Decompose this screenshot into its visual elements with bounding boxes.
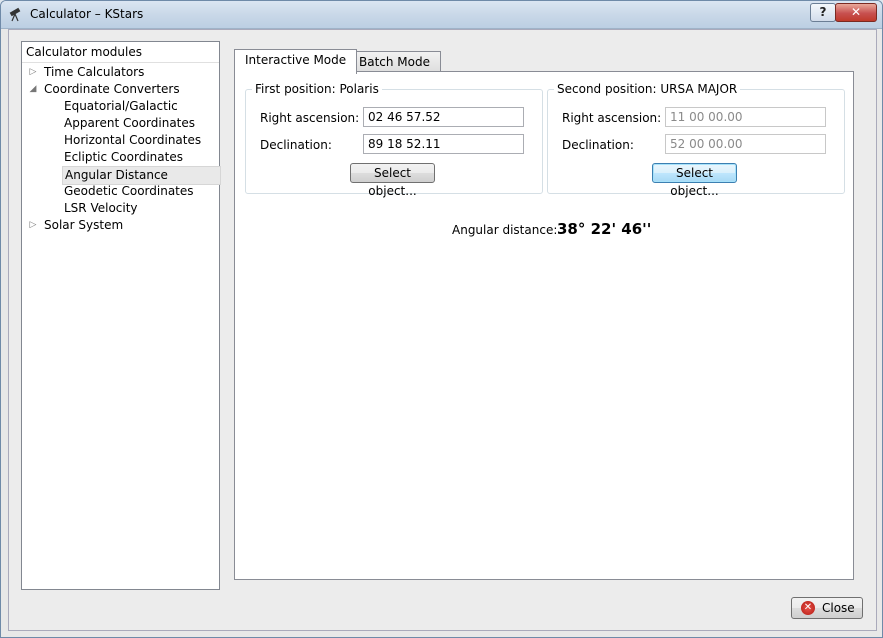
second-ra-label: Right ascension: [562, 111, 662, 125]
second-select-object-button[interactable]: Select object... [652, 163, 737, 198]
close-icon: ✕ [801, 601, 815, 615]
second-ra-field[interactable]: 11 00 00.00 [665, 107, 826, 127]
angular-distance-label: Angular distance: [452, 223, 558, 237]
first-dec-field[interactable]: 89 18 52.11 [363, 134, 524, 154]
first-select-object-button[interactable]: Select object... [350, 163, 435, 198]
help-button[interactable]: ? [810, 3, 836, 22]
tree-item-lsr-velocity[interactable]: LSR Velocity [64, 200, 138, 217]
second-position-title: Second position: URSA MAJOR [554, 82, 741, 96]
close-button[interactable]: ✕ Close [791, 597, 863, 619]
tree-item-label: Solar System [44, 218, 124, 232]
tab-interactive-mode[interactable]: Interactive Mode [234, 49, 358, 74]
first-dec-label: Declination: [260, 138, 332, 152]
tree-item-horizontal-coordinates[interactable]: Horizontal Coordinates [64, 132, 201, 149]
tree-item-ecliptic-coordinates[interactable]: Ecliptic Coordinates [64, 149, 183, 166]
tree-item-label: Time Calculators [44, 65, 145, 79]
close-button-label: Close [822, 601, 855, 615]
first-ra-field[interactable]: 02 46 57.52 [363, 107, 524, 127]
tree-item-apparent-coordinates[interactable]: Apparent Coordinates [64, 115, 195, 132]
angular-distance-value: 38° 22' 46'' [557, 220, 652, 238]
telescope-icon [9, 7, 21, 22]
tree-item-time-calculators[interactable]: ▷ Time Calculators [22, 64, 217, 81]
calculator-window: Calculator – KStars ? ✕ Calculator modul… [0, 0, 883, 638]
first-position-title: First position: Polaris [252, 82, 382, 96]
expand-arrow-icon[interactable]: ▷ [28, 64, 38, 81]
window-close-button[interactable]: ✕ [835, 3, 877, 22]
second-dec-field[interactable]: 52 00 00.00 [665, 134, 826, 154]
second-dec-label: Declination: [562, 138, 634, 152]
tree-item-label: Coordinate Converters [44, 82, 180, 96]
first-ra-label: Right ascension: [260, 111, 360, 125]
tree-item-coordinate-converters[interactable]: ◢ Coordinate Converters [22, 81, 217, 98]
title-bar[interactable]: Calculator – KStars ? ✕ [1, 1, 882, 29]
tree-header: Calculator modules [22, 42, 219, 63]
expand-arrow-icon[interactable]: ▷ [28, 217, 38, 234]
collapse-arrow-icon[interactable]: ◢ [28, 81, 38, 98]
calculator-modules-tree[interactable]: Calculator modules ▷ Time Calculators ◢ … [21, 41, 221, 590]
tree-item-geodetic-coordinates[interactable]: Geodetic Coordinates [64, 183, 194, 200]
tree-item-equatorial-galactic[interactable]: Equatorial/Galactic [64, 98, 178, 115]
window-title: Calculator – KStars [30, 7, 144, 21]
tree-item-solar-system[interactable]: ▷ Solar System [22, 217, 217, 234]
